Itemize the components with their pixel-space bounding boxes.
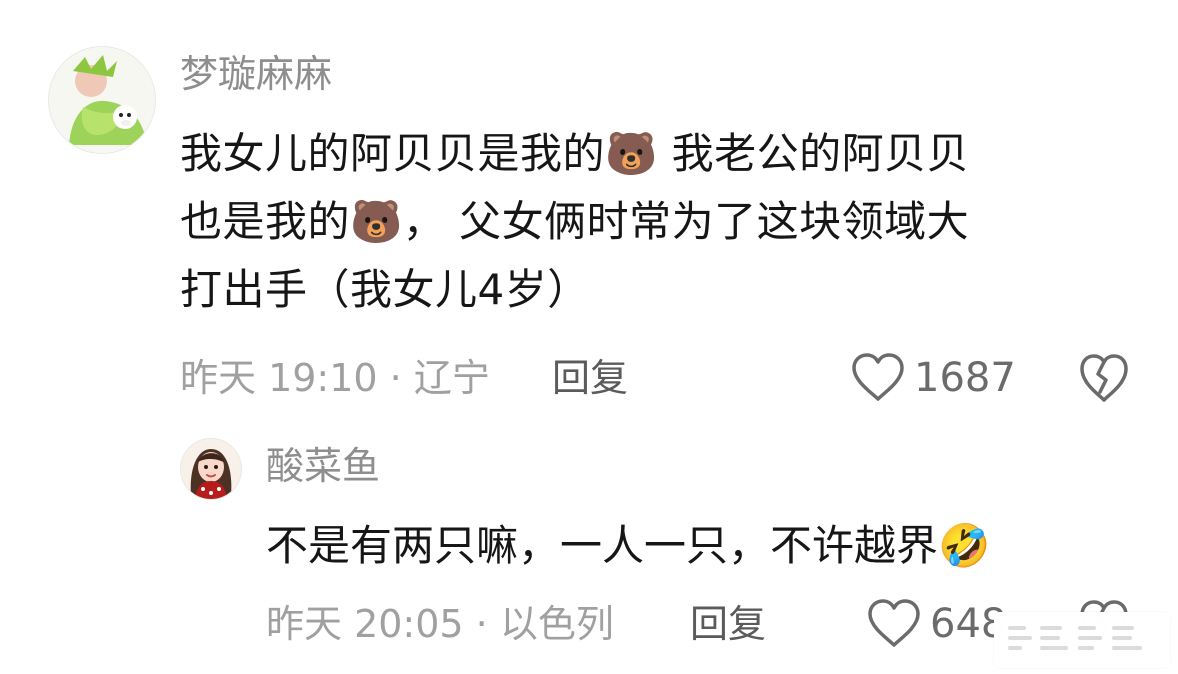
watermark: [994, 612, 1170, 668]
comment-text-line: 我女儿的阿贝贝是我的🐻 我老公的阿贝贝: [180, 129, 970, 178]
like-button[interactable]: 1687: [850, 352, 1016, 404]
heart-icon: [852, 353, 904, 401]
timestamp-location: 昨天 20:05 · 以色列: [266, 602, 614, 646]
username[interactable]: 梦璇麻麻: [180, 48, 332, 100]
comment-text: 不是有两只嘛，一人一只，不许越界🤣: [266, 521, 991, 570]
avatar[interactable]: [180, 438, 242, 500]
comment-text-line: 也是我的🐻， 父女俩时常为了这块领域大: [180, 197, 970, 246]
timestamp-location: 昨天 19:10 · 辽宁: [180, 356, 490, 400]
avatar[interactable]: [48, 46, 156, 154]
like-count: 1687: [914, 355, 1016, 401]
watermark-graphic: [994, 612, 1170, 668]
like-button[interactable]: 648: [866, 598, 1006, 650]
reply-button[interactable]: 回复: [690, 598, 766, 650]
heart-icon: [868, 599, 920, 647]
avatar-image: [49, 47, 155, 153]
username[interactable]: 酸菜鱼: [266, 440, 380, 492]
reply-button[interactable]: 回复: [552, 352, 628, 404]
comment-text: 我女儿的阿贝贝是我的🐻 我老公的阿贝贝 也是我的🐻， 父女俩时常为了这块领域大 …: [180, 120, 1140, 324]
broken-heart-icon[interactable]: [1078, 354, 1130, 404]
avatar-image: [181, 439, 241, 499]
comment-text-line: 打出手（我女儿4岁）: [180, 265, 590, 314]
